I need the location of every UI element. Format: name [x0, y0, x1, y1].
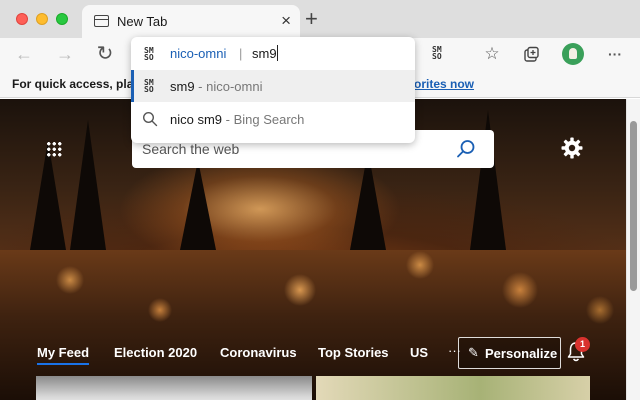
refresh-button[interactable]: ↻	[93, 38, 117, 70]
suggestion-sub-text: - nico-omni	[194, 79, 263, 94]
omnibox-query: sm9	[252, 46, 277, 61]
smso-icon: SM SO	[144, 46, 154, 62]
suggestion-sub-text: - Bing Search	[222, 112, 305, 127]
settings-menu-button[interactable]: ···	[603, 38, 627, 70]
address-bar-dropdown: SM SO nico-omni | sm9 SM SO sm9 - nico-o…	[131, 37, 415, 143]
scrollbar-thumb[interactable]	[630, 121, 637, 291]
tab-title: New Tab	[117, 14, 168, 29]
minimize-window-button[interactable]	[36, 13, 48, 25]
news-card[interactable]	[36, 376, 312, 400]
apps-grid-icon[interactable]	[46, 141, 62, 157]
favorites-icon[interactable]: ☆	[480, 38, 504, 70]
new-tab-button[interactable]: +	[305, 8, 318, 30]
search-icon[interactable]	[456, 139, 476, 159]
notification-badge: 1	[575, 337, 590, 352]
close-window-button[interactable]	[16, 13, 28, 25]
text-caret	[277, 45, 278, 61]
feed-tab-my-feed[interactable]: My Feed	[37, 345, 90, 365]
pencil-icon: ✎	[468, 345, 479, 360]
background-tree	[70, 120, 106, 250]
back-button[interactable]: ←	[12, 38, 36, 70]
zoom-window-button[interactable]	[56, 13, 68, 25]
omnibox-separator: |	[239, 46, 243, 61]
suggestion-main-text: sm9	[170, 79, 195, 94]
collections-icon[interactable]	[523, 46, 540, 63]
smso-icon: SM SO	[144, 78, 154, 94]
feed-tab-election-2020[interactable]: Election 2020	[114, 345, 197, 360]
smso-icon: SM SO	[432, 45, 442, 61]
suggestion-item[interactable]: SM SO sm9 - nico-omni	[131, 70, 415, 102]
suggestion-main-text: nico sm9	[170, 112, 223, 127]
title-bar: New Tab × +	[0, 0, 640, 38]
omnibox-keyword: nico-omni	[170, 46, 227, 61]
personalize-button[interactable]: ✎ Personalize	[458, 337, 561, 369]
profile-avatar[interactable]	[562, 43, 584, 65]
suggestion-item[interactable]: nico sm9 - Bing Search	[131, 103, 415, 135]
extension-smso-button[interactable]: SM SO	[426, 38, 450, 70]
page-scrollbar[interactable]	[626, 99, 640, 400]
feed-nav: My Feed Election 2020 Coronavirus Top St…	[0, 331, 626, 371]
feed-tab-us[interactable]: US	[410, 345, 428, 360]
favorites-hint-text: For quick access, plac	[12, 77, 141, 91]
news-card[interactable]	[316, 376, 590, 400]
new-tab-page: My Feed Election 2020 Coronavirus Top St…	[0, 99, 626, 400]
manage-favorites-link[interactable]: orites now	[414, 77, 474, 91]
newtab-icon	[94, 15, 109, 27]
background-tree	[180, 160, 216, 250]
tab-new-tab[interactable]: New Tab ×	[82, 5, 300, 38]
feed-tab-coronavirus[interactable]: Coronavirus	[220, 345, 297, 360]
tab-close-icon[interactable]: ×	[281, 11, 291, 31]
forward-button[interactable]: →	[53, 38, 77, 70]
personalize-label: Personalize	[485, 346, 558, 361]
feed-tab-top-stories[interactable]: Top Stories	[318, 345, 389, 360]
address-bar-input[interactable]: SM SO nico-omni | sm9	[131, 37, 415, 70]
search-icon	[142, 111, 158, 127]
gear-icon[interactable]	[560, 136, 584, 160]
